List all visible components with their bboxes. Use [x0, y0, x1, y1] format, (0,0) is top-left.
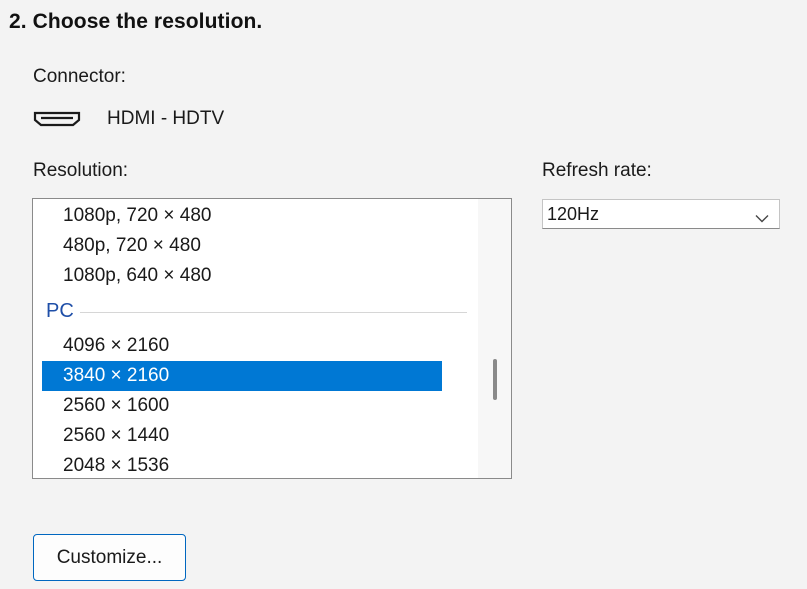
list-item[interactable]: 4096 × 2160 — [42, 331, 442, 361]
step-title: 2. Choose the resolution. — [9, 10, 263, 33]
chevron-down-icon — [755, 210, 769, 222]
connector-value: HDMI - HDTV — [107, 108, 225, 129]
list-item[interactable]: 1080p, 720 × 480 — [42, 201, 442, 231]
resolution-list: 1080p, 720 × 480 480p, 720 × 480 1080p, … — [33, 201, 477, 478]
scrollbar-thumb[interactable] — [493, 359, 497, 400]
refresh-rate-value: 120Hz — [547, 203, 600, 224]
list-item[interactable]: 1080p, 640 × 480 — [42, 261, 442, 291]
connector-row: HDMI - HDTV — [33, 105, 224, 133]
resolution-label: Resolution: — [33, 160, 129, 181]
list-item-selected[interactable]: 3840 × 2160 — [42, 361, 442, 391]
scrollbar-track[interactable] — [478, 199, 511, 478]
list-item[interactable]: 2048 × 1536 — [42, 451, 442, 478]
connector-label: Connector: — [33, 66, 126, 87]
list-item[interactable]: 2560 × 1440 — [42, 421, 442, 451]
group-divider — [79, 311, 467, 313]
group-header-label: PC — [46, 299, 74, 322]
group-header-pc: PC — [33, 291, 477, 331]
hdmi-port-icon — [33, 110, 81, 128]
customize-button[interactable]: Customize... — [33, 534, 186, 581]
list-item[interactable]: 480p, 720 × 480 — [42, 231, 442, 261]
refresh-rate-dropdown[interactable]: 120Hz — [542, 199, 780, 229]
resolution-listbox[interactable]: 1080p, 720 × 480 480p, 720 × 480 1080p, … — [32, 198, 512, 479]
list-item[interactable]: 2560 × 1600 — [42, 391, 442, 421]
refresh-rate-label: Refresh rate: — [542, 160, 652, 181]
